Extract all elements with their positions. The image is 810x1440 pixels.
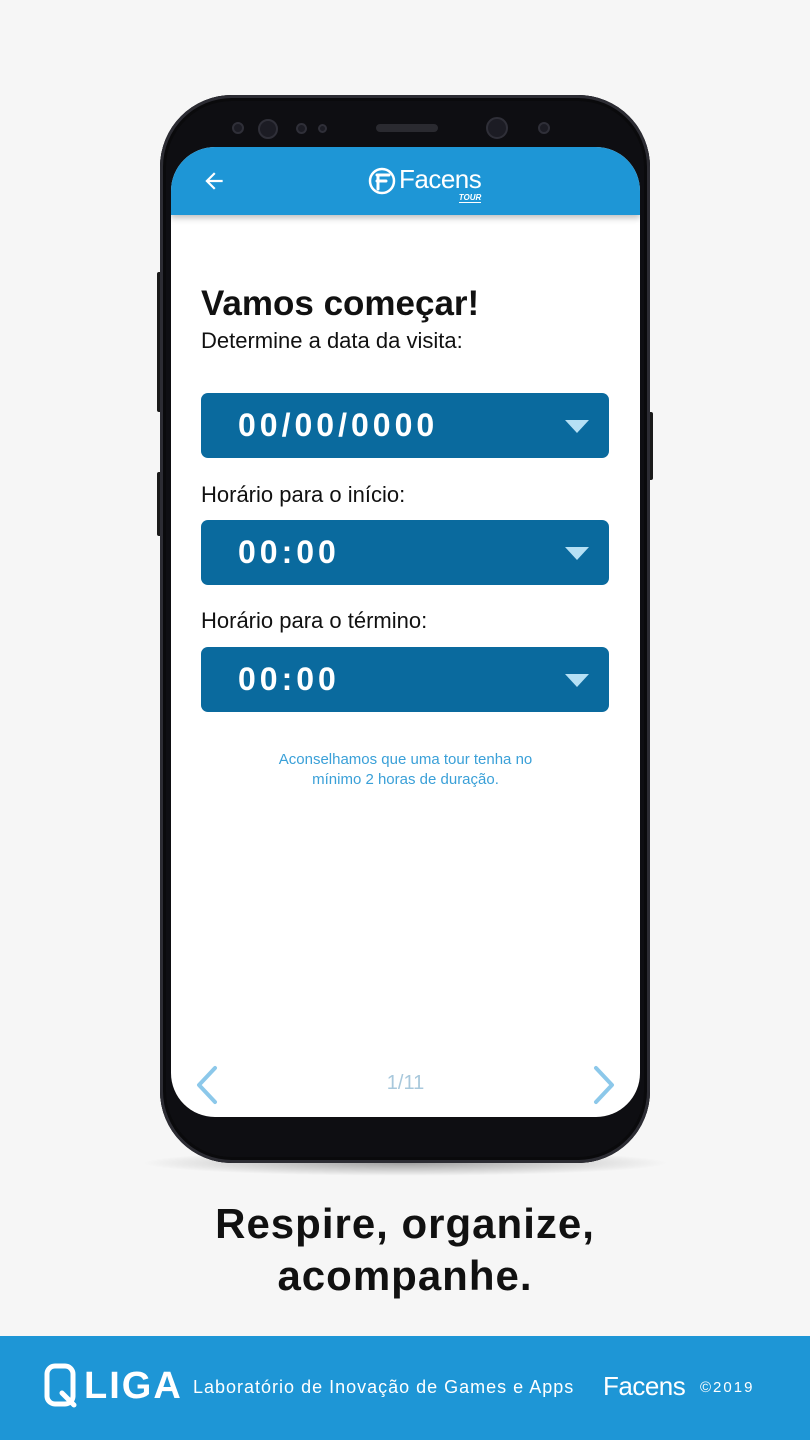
facens-logo-icon	[368, 167, 396, 195]
phone-sensor	[232, 122, 244, 134]
chevron-right-icon[interactable]	[590, 1064, 620, 1106]
tagline-line: acompanhe.	[277, 1252, 533, 1299]
footer-banner: LIGA Laboratório de Inovação de Games e …	[0, 1336, 810, 1440]
page-indicator: 1/11	[386, 1072, 425, 1094]
page-title: Vamos começar!	[201, 284, 480, 323]
start-time-select[interactable]: 00:00	[201, 520, 609, 585]
brand-sub: TOUR	[458, 193, 482, 203]
liga-logo: LIGA	[44, 1363, 183, 1409]
end-time-value: 00:00	[238, 661, 340, 697]
phone-front-camera	[486, 117, 508, 139]
liga-phone-icon	[44, 1363, 77, 1408]
date-select[interactable]: 00/00/0000	[201, 393, 609, 458]
start-time-value: 00:00	[238, 534, 340, 570]
facens-tour-logo: Facens TOUR	[367, 161, 482, 203]
phone-speaker	[376, 124, 438, 132]
end-time-label: Horário para o término:	[201, 608, 428, 633]
app-bar: Facens TOUR	[171, 147, 640, 215]
duration-hint: Aconselhamos que uma tour tenha no mínim…	[171, 750, 640, 790]
brand-name: Facens	[399, 163, 482, 194]
promo-tagline: Respire, organize, acompanhe.	[0, 1198, 810, 1302]
caret-down-icon	[565, 674, 589, 687]
hint-line: Aconselhamos que uma tour tenha no	[278, 751, 533, 768]
liga-text: LIGA	[84, 1364, 183, 1407]
start-time-label: Horário para o início:	[201, 482, 406, 507]
footer-text: Laboratório de Inovação de Games e Apps	[193, 1377, 575, 1397]
footer-brand: Facens	[603, 1371, 686, 1401]
phone-sensor	[296, 123, 307, 134]
phone-sensor	[538, 122, 550, 134]
date-label: Determine a data da visita:	[201, 328, 463, 353]
phone-sensor	[318, 124, 327, 133]
caret-down-icon	[565, 420, 589, 433]
footer-copyright: ©2019	[700, 1379, 755, 1396]
end-time-select[interactable]: 00:00	[201, 647, 609, 712]
date-value: 00/00/0000	[238, 407, 439, 443]
caret-down-icon	[565, 547, 589, 560]
tagline-line: Respire, organize,	[215, 1200, 595, 1247]
hint-line: mínimo 2 horas de duração.	[312, 771, 499, 788]
back-arrow-icon[interactable]	[201, 168, 227, 194]
app-screen: Facens TOUR Vamos começar! Determine a d…	[171, 147, 640, 1117]
phone-camera	[258, 119, 278, 139]
